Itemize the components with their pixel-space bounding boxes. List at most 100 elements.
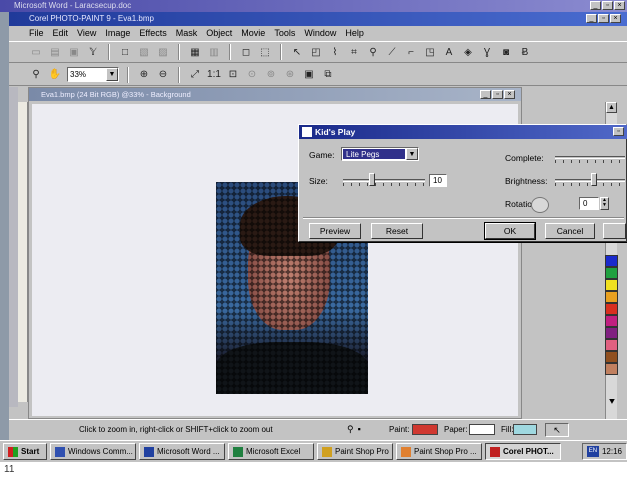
chevron-down-icon[interactable]: ▼	[406, 148, 418, 160]
open-file-icon[interactable]: ▤	[48, 45, 62, 59]
mask-select-icon[interactable]: ⬚	[258, 45, 272, 59]
shape-icon[interactable]: ◳	[423, 45, 437, 59]
palette-swatch[interactable]	[605, 327, 618, 339]
menu-effects[interactable]: Effects	[139, 28, 166, 38]
crop-icon[interactable]: ⌗	[347, 45, 361, 59]
save-icon[interactable]: ▣	[67, 45, 81, 59]
language-icon[interactable]: EN	[586, 446, 599, 457]
eyedropper-icon[interactable]: ⟋	[385, 45, 399, 59]
image-icon[interactable]: ▦	[188, 45, 202, 59]
palette-swatch[interactable]	[605, 315, 618, 327]
fill-icon[interactable]: ◈	[461, 45, 475, 59]
task-windows-commander[interactable]: Windows Comm...	[50, 443, 136, 460]
task-corel-photo-paint[interactable]: Corel PHOT...	[485, 443, 561, 460]
fullscreen-icon[interactable]: ▣	[302, 68, 316, 82]
word-maximize-button[interactable]: ▫	[602, 1, 613, 10]
dialog-close-button[interactable]: ▫	[613, 127, 624, 136]
size-slider[interactable]	[343, 173, 425, 187]
window-icon[interactable]: ⧉	[321, 68, 335, 82]
corel-maximize-button[interactable]: ▫	[598, 14, 609, 23]
cancel-button[interactable]: Cancel	[545, 223, 595, 239]
frame-icon[interactable]: □	[118, 45, 132, 59]
menu-mask[interactable]: Mask	[176, 28, 198, 38]
menu-file[interactable]: File	[29, 28, 44, 38]
chevron-down-icon[interactable]: ▼	[106, 68, 118, 81]
toolbox-strip[interactable]	[9, 87, 18, 407]
new-file-icon[interactable]: ▭	[29, 45, 43, 59]
task-excel[interactable]: Microsoft Excel	[228, 443, 314, 460]
menu-movie[interactable]: Movie	[241, 28, 265, 38]
menu-help[interactable]: Help	[345, 28, 364, 38]
task-paint-shop-pro[interactable]: Paint Shop Pro	[317, 443, 393, 460]
palette-swatch[interactable]	[605, 291, 618, 303]
size-field[interactable]: 10	[429, 174, 447, 187]
palette-swatch[interactable]	[605, 351, 618, 363]
menu-edit[interactable]: Edit	[53, 28, 69, 38]
brush-icon[interactable]: Ɣ	[480, 45, 494, 59]
zoom-height-icon[interactable]: ⊚	[264, 68, 278, 82]
text-icon[interactable]: A	[442, 45, 456, 59]
image-close-button[interactable]: ×	[504, 90, 515, 99]
corel-minimize-button[interactable]: _	[586, 14, 597, 23]
palette-swatch[interactable]	[605, 255, 618, 267]
scroll-up-icon[interactable]: ▲	[606, 102, 617, 113]
help-button[interactable]	[603, 223, 626, 239]
scanner-icon[interactable]: 𝕐	[86, 45, 100, 59]
cut-icon[interactable]: ▧	[137, 45, 151, 59]
palette-scroll-down-icon[interactable]: ⯆	[605, 397, 619, 419]
paint-label: Paint:	[389, 425, 410, 434]
complete-slider[interactable]	[555, 150, 625, 164]
zoom-width-icon[interactable]: ⊙	[245, 68, 259, 82]
game-select[interactable]: Lite Pegs ▼	[341, 147, 419, 161]
zoom-icon[interactable]: ⚲	[366, 45, 380, 59]
word-minimize-button[interactable]: _	[590, 1, 601, 10]
palette-swatch[interactable]	[605, 363, 618, 375]
layers-icon[interactable]: ▥	[207, 45, 221, 59]
palette-swatch[interactable]	[605, 339, 618, 351]
zoom-all-icon[interactable]: ⊛	[283, 68, 297, 82]
lasso-icon[interactable]: ⌇	[328, 45, 342, 59]
paper-color-swatch[interactable]	[469, 424, 495, 435]
mask-icon[interactable]: ◻	[239, 45, 253, 59]
palette-swatch[interactable]	[605, 303, 618, 315]
fill-color-swatch[interactable]	[513, 424, 537, 435]
size-slider-thumb[interactable]	[369, 173, 375, 186]
pointer-icon[interactable]: ↖	[290, 45, 304, 59]
menu-object[interactable]: Object	[206, 28, 232, 38]
corel-close-button[interactable]: ×	[610, 14, 621, 23]
rotation-dial[interactable]	[531, 197, 549, 213]
zoom-in-icon[interactable]: ⊕	[137, 68, 151, 82]
zoom-fit-icon[interactable]: ⊡	[226, 68, 240, 82]
task-paint-shop-pro-2[interactable]: Paint Shop Pro ...	[396, 443, 482, 460]
menu-image[interactable]: Image	[105, 28, 130, 38]
paint-color-swatch[interactable]	[412, 424, 438, 435]
rotation-spinner-icon[interactable]: ▲ ▼	[600, 197, 609, 210]
menu-view[interactable]: View	[77, 28, 96, 38]
zoom-select[interactable]: 33% ▼	[67, 67, 119, 82]
hand-icon[interactable]: ✋	[48, 68, 62, 82]
menu-window[interactable]: Window	[304, 28, 336, 38]
zoom-100-icon[interactable]: ⤢	[188, 68, 202, 82]
image-maximize-button[interactable]: ▫	[492, 90, 503, 99]
stamp-icon[interactable]: Ƀ	[518, 45, 532, 59]
eraser-icon[interactable]: ⌐	[404, 45, 418, 59]
brightness-slider-thumb[interactable]	[591, 173, 597, 186]
brightness-slider[interactable]	[555, 173, 625, 187]
zoom-tool-icon[interactable]: ⚲	[29, 68, 43, 82]
word-close-button[interactable]: ×	[614, 1, 625, 10]
zoom-1to1-icon[interactable]: 1:1	[207, 68, 221, 82]
copy-icon[interactable]: ▨	[156, 45, 170, 59]
effect-icon[interactable]: ◙	[499, 45, 513, 59]
start-button[interactable]: Start	[3, 443, 47, 460]
rectangle-mask-icon[interactable]: ◰	[309, 45, 323, 59]
palette-swatch[interactable]	[605, 267, 618, 279]
zoom-out-icon[interactable]: ⊖	[156, 68, 170, 82]
task-word[interactable]: Microsoft Word ...	[139, 443, 225, 460]
menu-tools[interactable]: Tools	[274, 28, 295, 38]
image-minimize-button[interactable]: _	[480, 90, 491, 99]
reset-button[interactable]: Reset	[371, 223, 423, 239]
preview-button[interactable]: Preview	[309, 223, 361, 239]
rotation-field[interactable]: 0	[579, 197, 599, 210]
ok-button[interactable]: OK	[484, 222, 536, 240]
palette-swatch[interactable]	[605, 279, 618, 291]
